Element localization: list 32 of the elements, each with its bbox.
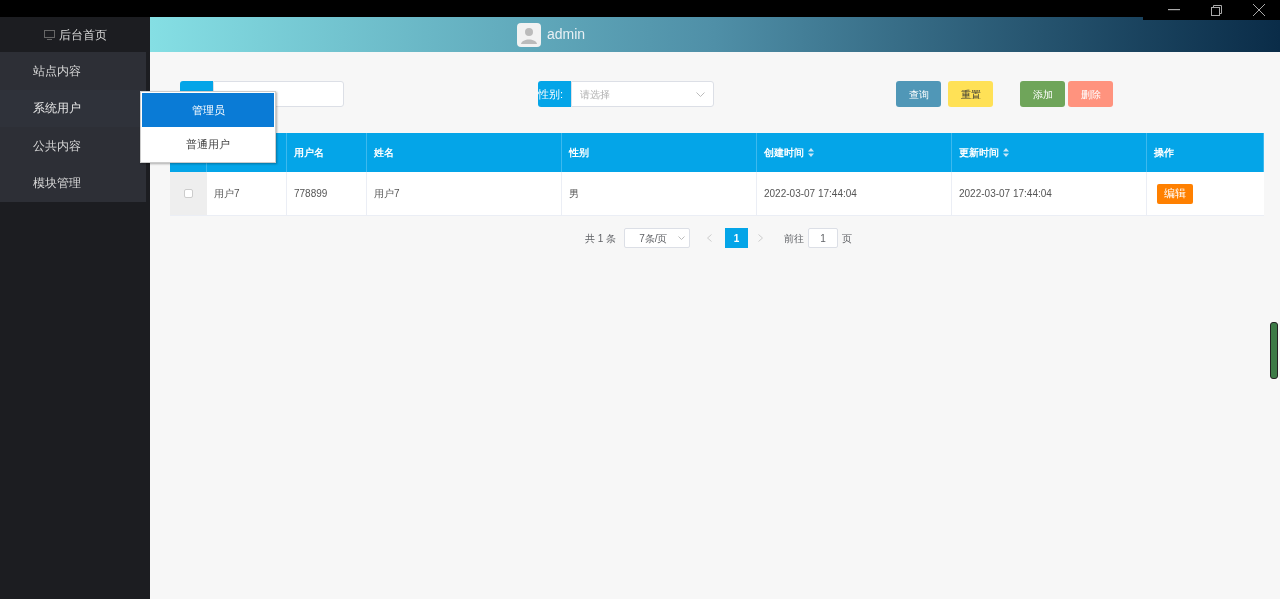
next-page-icon[interactable] (758, 234, 764, 242)
table-cell-text: 2022-03-07 17:44:04 (959, 187, 1052, 201)
goto-label: 前往 (784, 231, 805, 246)
home-link[interactable]: 后台首页 (0, 17, 150, 52)
restore-icon[interactable] (1211, 4, 1222, 16)
chevron-down-icon (678, 236, 686, 240)
sidebar-item[interactable]: 模块管理 (0, 164, 146, 202)
table-cell-text: 2022-03-07 17:44:04 (764, 187, 857, 201)
sort-icon[interactable] (1003, 148, 1009, 157)
page-size-select[interactable]: 7条/页 (624, 228, 691, 248)
total-count: 共 1 条 (585, 231, 617, 246)
avatar-icon[interactable] (517, 22, 541, 47)
table-cell-text: 778899 (294, 187, 328, 201)
scrollbar-thumb[interactable] (1270, 322, 1278, 379)
table-cell-text: 男 (569, 187, 579, 201)
page-input[interactable]: 1 (808, 228, 839, 248)
monitor-icon (43, 29, 55, 40)
sidebar-item[interactable]: 站点内容 (0, 52, 146, 90)
minimize-icon[interactable] (1168, 9, 1181, 11)
username: admin (547, 25, 586, 44)
close-icon[interactable] (1252, 4, 1265, 16)
table-cell-text: 用户7 (374, 187, 400, 201)
reset-button[interactable]: 重置 (948, 81, 993, 107)
checkbox[interactable] (184, 189, 193, 198)
prev-page-icon[interactable] (707, 234, 713, 242)
menu-item[interactable]: 管理员 (142, 93, 274, 127)
sidebar-item[interactable]: 系统用户 (0, 89, 146, 127)
table-cell-text: 用户7 (214, 187, 240, 201)
gender-label: 性别: (538, 81, 571, 107)
chevron-down-icon (696, 91, 705, 97)
sort-icon[interactable] (808, 148, 814, 157)
page-suffix: 页 (842, 231, 853, 246)
